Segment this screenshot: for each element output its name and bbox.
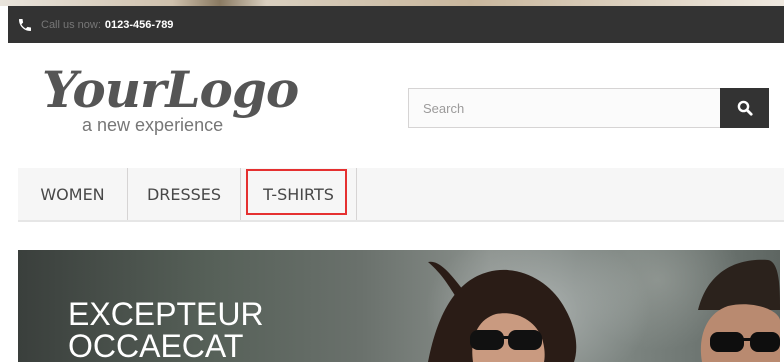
menu-item-women[interactable]: WOMEN bbox=[18, 168, 128, 220]
menu-item-t-shirts[interactable]: T-SHIRTS bbox=[241, 168, 357, 220]
menu-item-dresses[interactable]: DRESSES bbox=[128, 168, 241, 220]
menu-item-label: DRESSES bbox=[146, 184, 222, 204]
homepage-slider[interactable]: EXCEPTEUR OCCAECAT bbox=[18, 250, 780, 362]
slider-heading-line: EXCEPTEUR bbox=[68, 296, 264, 332]
search-icon bbox=[737, 100, 753, 116]
search-input[interactable] bbox=[408, 88, 720, 128]
call-us-label: Call us now: bbox=[41, 18, 101, 31]
header-top-bar: Call us now: 0123-456-789 bbox=[8, 6, 784, 43]
main-menu: WOMEN DRESSES T-SHIRTS bbox=[18, 168, 784, 222]
phone-icon bbox=[17, 17, 33, 33]
search-button[interactable] bbox=[720, 88, 769, 128]
slider-heading-line: OCCAECAT bbox=[68, 328, 244, 362]
site-logo[interactable]: YourLogo a new experience bbox=[40, 60, 330, 144]
logo-tagline: a new experience bbox=[80, 115, 226, 136]
logo-title: YourLogo bbox=[42, 60, 299, 119]
menu-item-label: T-SHIRTS bbox=[263, 184, 334, 204]
phone-number: 0123-456-789 bbox=[104, 18, 174, 31]
menu-item-label: WOMEN bbox=[40, 184, 105, 204]
slider-heading: EXCEPTEUR OCCAECAT bbox=[68, 298, 264, 362]
search-form bbox=[408, 88, 769, 128]
